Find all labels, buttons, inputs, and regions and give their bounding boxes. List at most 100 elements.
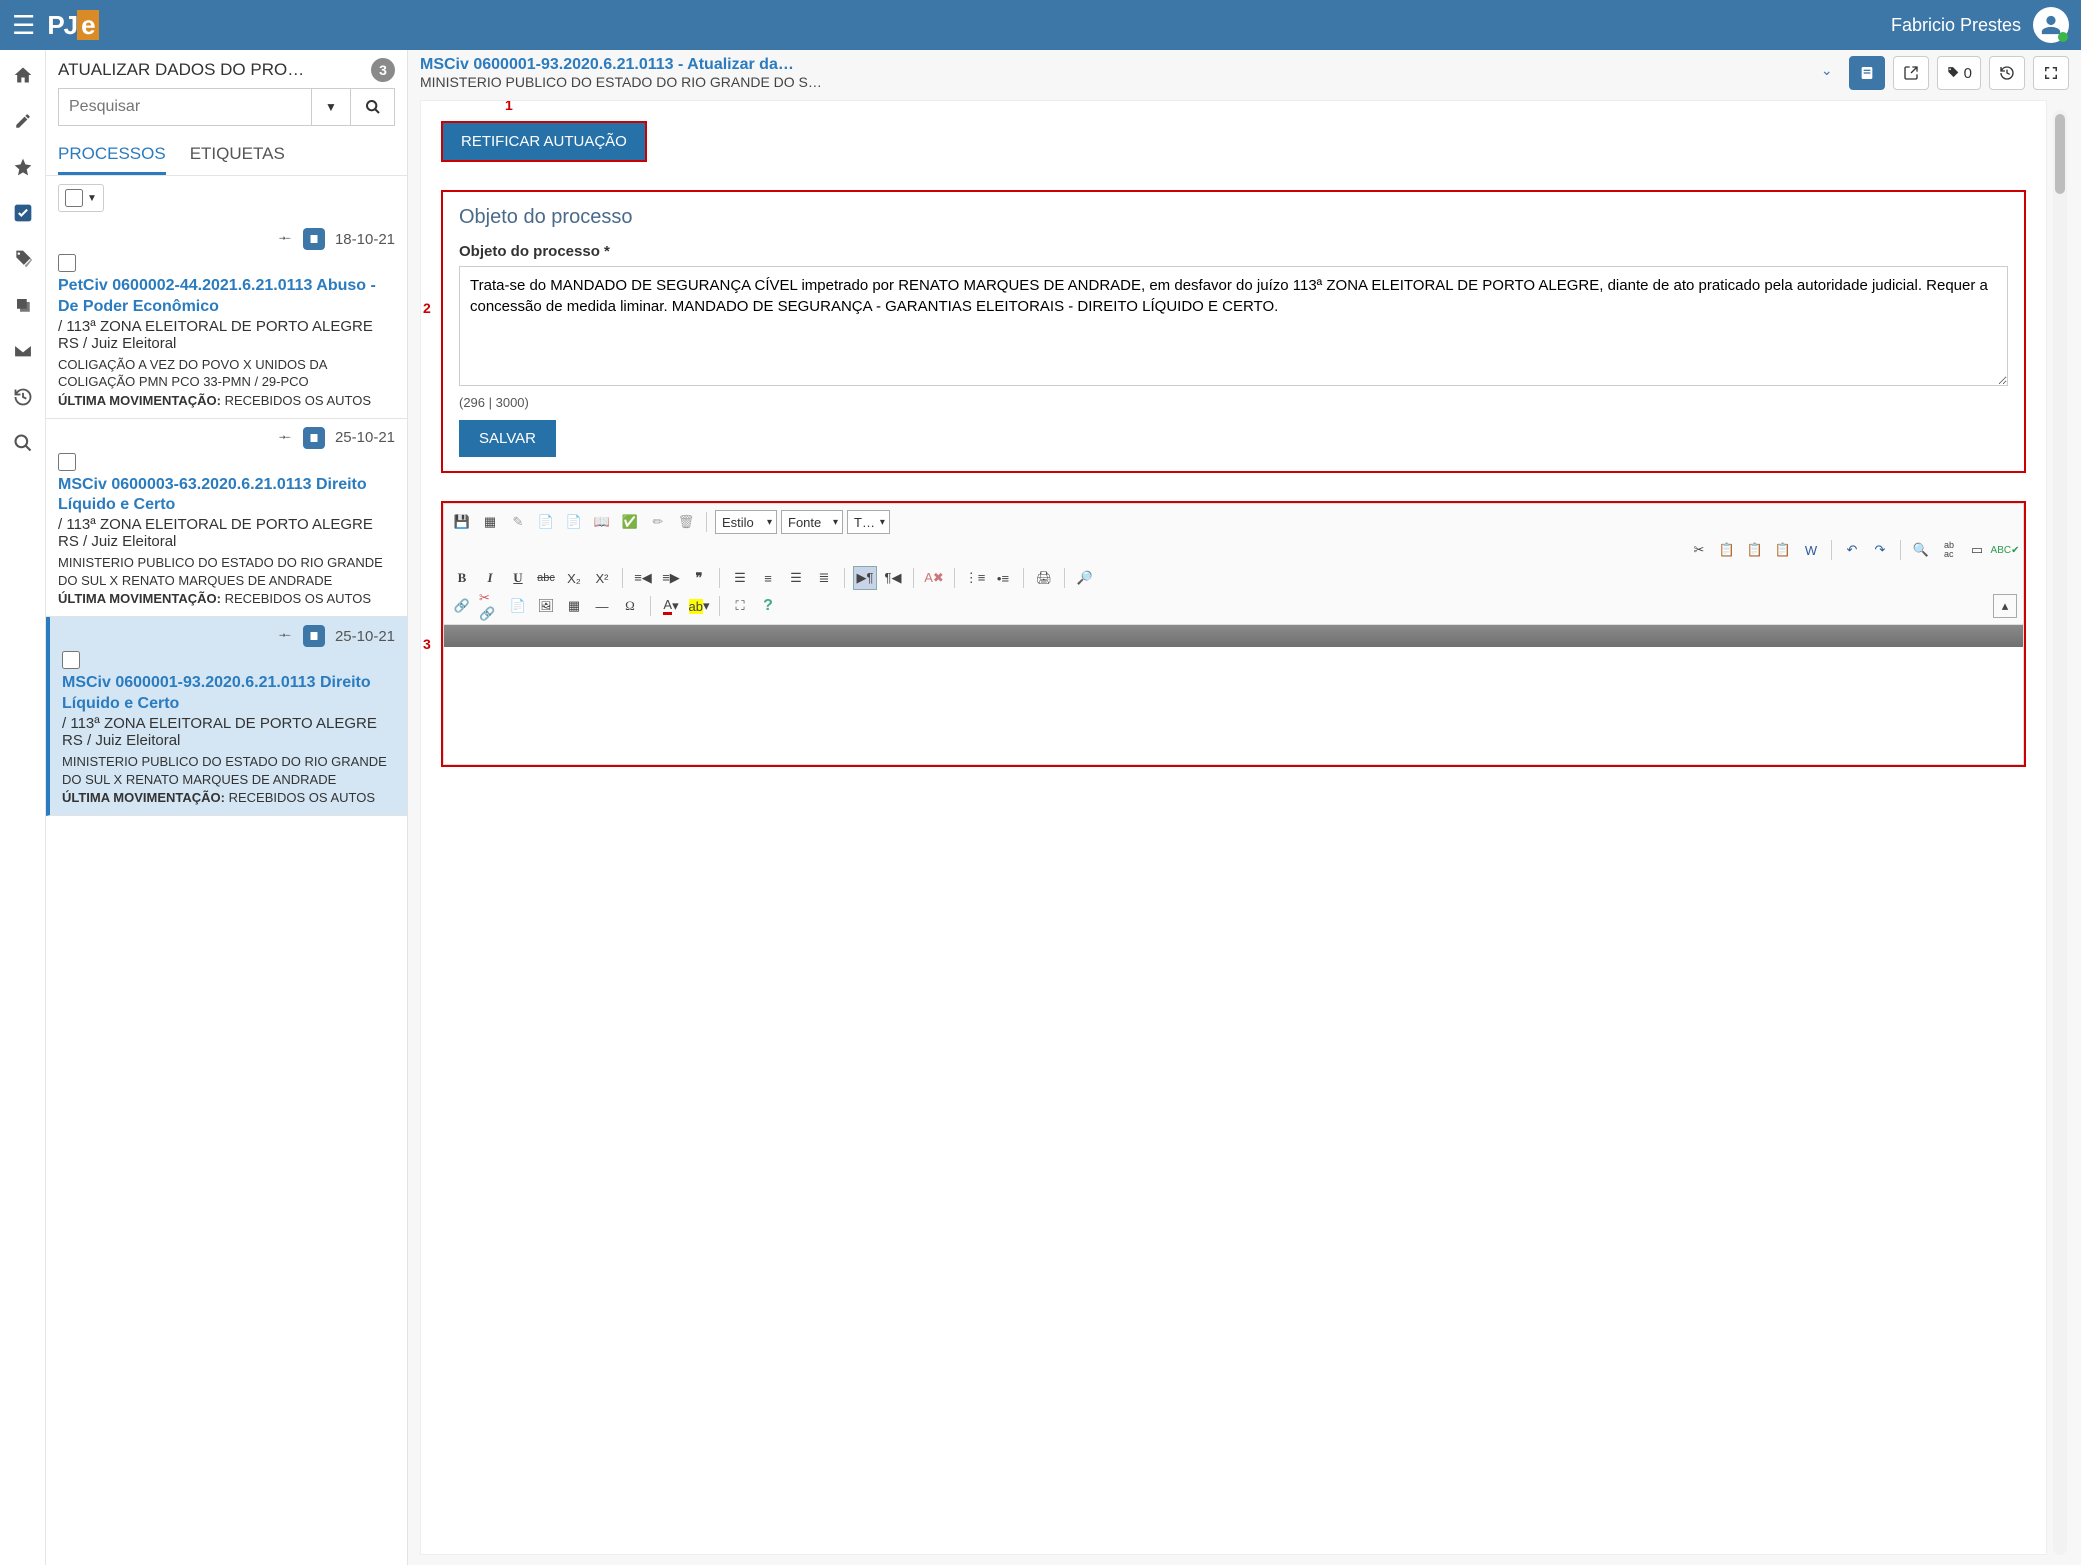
ed-hr-icon[interactable]: ―	[590, 594, 614, 618]
home-icon[interactable]	[12, 64, 34, 86]
ed-sign-icon[interactable]: ✎	[506, 510, 530, 534]
ed-link-icon[interactable]: 🔗	[450, 594, 474, 618]
ed-spell-icon[interactable]: ABC✔	[1993, 538, 2017, 562]
autos-mini-icon[interactable]	[303, 427, 325, 449]
ed-paste-icon[interactable]: 📋	[1743, 538, 1767, 562]
ed-size-select[interactable]: T…	[847, 510, 890, 534]
edit-icon[interactable]	[12, 110, 34, 132]
card-title[interactable]: PetCiv 0600002-44.2021.6.21.0113 Abuso -…	[58, 276, 395, 318]
tab-processos[interactable]: PROCESSOS	[58, 144, 166, 175]
card-checkbox[interactable]	[62, 651, 80, 669]
ed-sup-icon[interactable]: X²	[590, 566, 614, 590]
editor-body[interactable]	[443, 625, 2024, 765]
search-icon[interactable]	[12, 432, 34, 454]
autos-mini-icon[interactable]	[303, 625, 325, 647]
ed-sub-icon[interactable]: X₂	[562, 566, 586, 590]
select-all[interactable]: ▼	[58, 184, 104, 212]
tab-etiquetas[interactable]: ETIQUETAS	[190, 144, 285, 175]
search-button[interactable]	[351, 88, 395, 126]
ed-align-right-icon[interactable]: ☰	[784, 566, 808, 590]
process-card[interactable]: 25-10-21MSCiv 0600001-93.2020.6.21.0113 …	[46, 617, 407, 816]
ed-ol-icon[interactable]: ⋮≡	[963, 566, 987, 590]
mail-icon[interactable]	[12, 340, 34, 362]
card-title[interactable]: MSCiv 0600003-63.2020.6.21.0113 Direito …	[58, 475, 395, 517]
ed-copy2-icon[interactable]: 📋	[1715, 538, 1739, 562]
tags-icon[interactable]	[12, 248, 34, 270]
ed-find-icon[interactable]: 🔍	[1909, 538, 1933, 562]
ed-preview-icon[interactable]: 🔎	[1073, 566, 1097, 590]
export-button[interactable]	[1893, 56, 1929, 90]
ed-rtl-icon[interactable]: ¶◀	[881, 566, 905, 590]
ed-anchor-icon[interactable]: 📄	[506, 594, 530, 618]
ed-clear-format-icon[interactable]: A✖	[922, 566, 946, 590]
ed-form-icon[interactable]: ▦	[478, 510, 502, 534]
ed-bold-icon[interactable]: B	[450, 566, 474, 590]
ed-help-icon[interactable]: ?	[756, 594, 780, 618]
ed-justify-icon[interactable]: ≣	[812, 566, 836, 590]
ed-outdent-icon[interactable]: ≡◀	[631, 566, 655, 590]
ed-omega-icon[interactable]: Ω	[618, 594, 642, 618]
ed-unlink-icon[interactable]: ✂🔗	[478, 594, 502, 618]
ed-table-icon[interactable]: ▦	[562, 594, 586, 618]
expand-header-icon[interactable]: ⌄	[1815, 56, 1839, 85]
ed-selectall-icon[interactable]: ▭	[1965, 538, 1989, 562]
check-icon[interactable]	[12, 202, 34, 224]
ed-align-left-icon[interactable]: ☰	[728, 566, 752, 590]
ed-maximize-icon[interactable]: ⛶	[728, 594, 752, 618]
ed-italic-icon[interactable]: I	[478, 566, 502, 590]
ed-copy-icon[interactable]: 📄	[534, 510, 558, 534]
ed-ltr-icon[interactable]: ▶¶	[853, 566, 877, 590]
salvar-button[interactable]: SALVAR	[459, 420, 556, 457]
ed-undo-icon[interactable]: ↶	[1840, 538, 1864, 562]
star-icon[interactable]	[12, 156, 34, 178]
ed-underline-icon[interactable]: U	[506, 566, 530, 590]
ed-doc-icon[interactable]: 📄	[562, 510, 586, 534]
process-title[interactable]: MSCiv 0600001-93.2020.6.21.0113 - Atuali…	[420, 56, 1805, 74]
process-card[interactable]: 18-10-21PetCiv 0600002-44.2021.6.21.0113…	[46, 220, 407, 419]
ed-indent-icon[interactable]: ≡▶	[659, 566, 683, 590]
card-title[interactable]: MSCiv 0600001-93.2020.6.21.0113 Direito …	[62, 673, 395, 715]
ed-align-center-icon[interactable]: ≡	[756, 566, 780, 590]
ed-redo-icon[interactable]: ↷	[1868, 538, 1892, 562]
ed-paste-text-icon[interactable]: 📋	[1771, 538, 1795, 562]
ed-strike-icon[interactable]: abc	[534, 566, 558, 590]
cards-list[interactable]: 18-10-21PetCiv 0600002-44.2021.6.21.0113…	[46, 220, 407, 1565]
objeto-textarea[interactable]: Trata-se do MANDADO DE SEGURANÇA CÍVEL i…	[459, 266, 2008, 386]
menu-icon[interactable]: ☰	[12, 10, 35, 41]
avatar[interactable]	[2033, 7, 2069, 43]
ed-collapse-icon[interactable]: ▴	[1993, 594, 2017, 618]
search-dropdown[interactable]: ▼	[311, 88, 351, 126]
ed-book-icon[interactable]: 📖	[590, 510, 614, 534]
stack-icon[interactable]	[12, 294, 34, 316]
fullscreen-button[interactable]	[2033, 56, 2069, 90]
ed-replace-icon[interactable]: abac	[1937, 538, 1961, 562]
ed-textcolor-icon[interactable]: A▾	[659, 594, 683, 618]
card-checkbox[interactable]	[58, 453, 76, 471]
pin-icon[interactable]	[279, 428, 293, 448]
ed-ul-icon[interactable]: •≡	[991, 566, 1015, 590]
card-checkbox[interactable]	[58, 254, 76, 272]
ed-paste-word-icon[interactable]: W	[1799, 538, 1823, 562]
ed-font-select[interactable]: Fonte	[781, 510, 843, 534]
tags-button[interactable]: 0	[1937, 56, 1981, 90]
ed-pencil-icon[interactable]: ✏	[646, 510, 670, 534]
user-name[interactable]: Fabricio Prestes	[1891, 15, 2021, 36]
retificar-button[interactable]: RETIFICAR AUTUAÇÃO	[441, 121, 647, 162]
history-button[interactable]	[1989, 56, 2025, 90]
ed-trash-icon[interactable]: 🗑	[674, 510, 698, 534]
ed-quote-icon[interactable]: ❞	[687, 566, 711, 590]
ed-style-select[interactable]: Estilo	[715, 510, 777, 534]
ed-cut-icon[interactable]: ✂	[1687, 538, 1711, 562]
ed-print-icon[interactable]: 🖨	[1032, 566, 1056, 590]
search-input[interactable]	[58, 88, 311, 126]
ed-docok-icon[interactable]: ✅	[618, 510, 642, 534]
pin-icon[interactable]	[279, 229, 293, 249]
ed-save-icon[interactable]: 💾	[450, 510, 474, 534]
ed-highlight-icon[interactable]: ab▾	[687, 594, 711, 618]
pin-icon[interactable]	[279, 626, 293, 646]
history-icon[interactable]	[12, 386, 34, 408]
ed-image-icon[interactable]: 🖼	[534, 594, 558, 618]
scrollbar[interactable]	[2053, 110, 2067, 1555]
autos-button[interactable]	[1849, 56, 1885, 90]
autos-mini-icon[interactable]	[303, 228, 325, 250]
